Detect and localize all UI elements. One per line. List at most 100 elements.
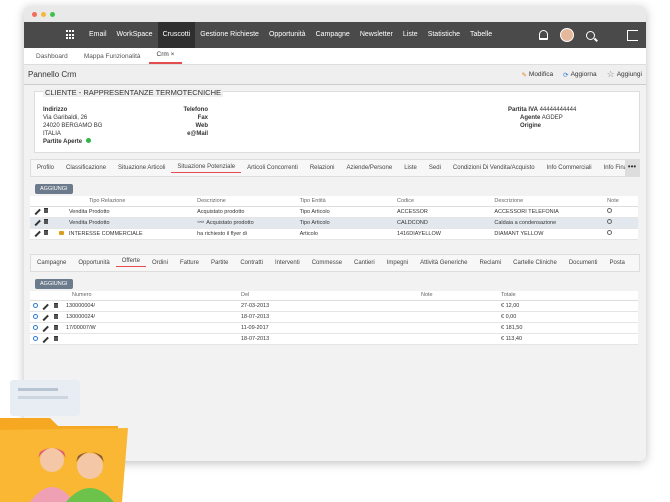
trash-icon[interactable] — [54, 313, 58, 319]
tab-cartelle-cliniche[interactable]: Cartelle Cliniche — [507, 260, 563, 266]
partita-iva-value: 44444444444 — [539, 107, 577, 113]
tab-interventi[interactable]: Interventi — [269, 260, 306, 266]
apps-grid-icon[interactable] — [66, 30, 76, 40]
avatar[interactable] — [560, 28, 574, 42]
flag-cell — [58, 206, 69, 218]
magnifier-icon[interactable] — [33, 335, 38, 341]
cell-numero: 130000004/ — [66, 300, 241, 312]
pencil-icon[interactable] — [42, 303, 49, 310]
search-icon[interactable] — [586, 30, 595, 40]
tab-classificazione[interactable]: Classificazione — [60, 165, 112, 171]
table-row[interactable]: Vendita Prodotto Acquistato prodotto Tipo … — [30, 206, 638, 218]
tab-ordini[interactable]: Ordini — [146, 260, 174, 266]
telefono-label: Telefono — [183, 107, 208, 113]
pencil-icon[interactable] — [42, 325, 49, 332]
tab-commesse[interactable]: Commesse — [306, 260, 348, 266]
info-icon[interactable] — [607, 230, 613, 235]
tab-posta[interactable]: Posta — [604, 260, 631, 266]
trash-icon[interactable] — [44, 219, 49, 224]
nav-workspace[interactable]: WorkSpace — [112, 22, 158, 48]
pencil-icon[interactable] — [34, 219, 41, 226]
delete-cell — [54, 300, 66, 312]
tab-cantieri[interactable]: Cantieri — [348, 260, 381, 266]
tab-impegni[interactable]: Impegni — [381, 260, 414, 266]
nav-statistiche[interactable]: Statistiche — [423, 22, 465, 48]
trash-icon[interactable] — [54, 302, 58, 308]
tab-condizioni-di-vendita-acquisto[interactable]: Condizioni Di Vendita/Acquisto — [447, 165, 541, 171]
lock-icon — [58, 230, 64, 235]
delete-cell — [54, 322, 66, 334]
nav-email[interactable]: Email — [84, 22, 112, 48]
tab-campagne[interactable]: Campagne — [31, 260, 72, 266]
magnifier-icon[interactable] — [33, 313, 38, 319]
tab-aziende-persone[interactable]: Aziende/Persone — [341, 165, 399, 171]
nav-gestione-richieste[interactable]: Gestione Richieste — [195, 22, 264, 48]
flag-cell — [58, 228, 69, 240]
pencil-icon[interactable] — [42, 336, 49, 343]
table-row[interactable]: 130000024/18-07-2013 € 0,00 — [30, 311, 638, 323]
tab-mappa-funzionalita[interactable]: Mappa Funzionalità — [76, 53, 149, 64]
maximize-window-button[interactable] — [50, 11, 55, 17]
tab-liste[interactable]: Liste — [398, 165, 423, 171]
table-row[interactable]: 17/00007/W 11-09-2017 € 181,50 — [30, 322, 638, 334]
nav-newsletter[interactable]: Newsletter — [355, 22, 398, 48]
tab-fatture[interactable]: Fatture — [174, 260, 205, 266]
table-row[interactable]: 18-07-2013 € 113,40 — [30, 333, 638, 345]
aggiungi-relazione-button[interactable]: AGGIUNGI — [35, 184, 73, 194]
cell-del: 27-03-2013 — [241, 300, 421, 312]
trash-icon[interactable] — [44, 208, 49, 213]
cell-totale: € 113,40 — [501, 333, 638, 345]
trash-icon[interactable] — [54, 335, 58, 341]
nav-liste[interactable]: Liste — [398, 22, 423, 48]
tab-info-commerciali[interactable]: Info Commerciali — [541, 165, 598, 171]
tab-offerte[interactable]: Offerte — [115, 258, 146, 267]
tab-partite[interactable]: Partite — [205, 260, 234, 266]
aggiungi-button[interactable]: ☆ Aggiungi — [607, 69, 642, 80]
table-row[interactable]: Vendita Prodotto 👓 Acquistato prodotto Tip… — [30, 217, 638, 229]
tab-attivita-generiche[interactable]: Attività Generiche — [414, 260, 473, 266]
cell-descrizione-1: ha richiesto il flyer di — [197, 228, 300, 240]
pencil-icon[interactable] — [42, 314, 49, 321]
tab-relazioni[interactable]: Relazioni — [304, 165, 341, 171]
minimize-window-button[interactable] — [41, 11, 46, 17]
cell-numero: 17/00007/W — [66, 322, 241, 334]
close-icon[interactable]: × — [171, 51, 175, 58]
pencil-icon[interactable] — [34, 230, 41, 237]
logout-icon[interactable] — [627, 29, 638, 41]
pencil-icon[interactable] — [34, 208, 41, 215]
nav-cruscotti[interactable]: Cruscotti — [157, 22, 196, 48]
tab-articoli-concorrenti[interactable]: Articoli Concorrenti — [241, 165, 304, 171]
magnifier-icon[interactable] — [33, 302, 38, 308]
tab-situazione-articoli[interactable]: Situazione Articoli — [112, 165, 171, 171]
view-cell — [30, 322, 42, 334]
tab-crm[interactable]: Crm × — [148, 51, 183, 64]
aggiorna-button[interactable]: ⟳ Aggiorna — [563, 69, 596, 80]
nav-tabelle[interactable]: Tabelle — [465, 22, 497, 48]
close-window-button[interactable] — [32, 11, 37, 17]
tab-dashboard[interactable]: Dashboard — [28, 53, 76, 64]
nav-opportunita[interactable]: Opportunità — [264, 22, 311, 48]
trash-icon[interactable] — [54, 324, 58, 330]
nav-campagne[interactable]: Campagne — [311, 22, 355, 48]
trash-icon[interactable] — [44, 230, 49, 235]
tab-documenti[interactable]: Documenti — [563, 260, 604, 266]
edit-cell — [42, 311, 54, 323]
tab-contratti[interactable]: Contratti — [234, 260, 269, 266]
magnifier-icon[interactable] — [33, 324, 38, 330]
table-row[interactable]: INTERESSE COMMERCIALE ha richiesto il fly… — [30, 228, 638, 240]
cell-text: ACCESSOR — [397, 208, 428, 215]
tab-reclami[interactable]: Reclami — [473, 260, 507, 266]
more-tabs-button[interactable]: ••• — [625, 160, 639, 176]
table-row[interactable]: 130000004/27-03-2013 € 12,00 — [30, 300, 638, 312]
info-icon[interactable] — [607, 208, 613, 213]
tab-profilo[interactable]: Profilo — [31, 165, 60, 171]
bell-icon[interactable] — [539, 30, 548, 40]
cell-totale: € 0,00 — [501, 311, 638, 323]
tab-situazione-potenziale[interactable]: Situazione Potenziale — [171, 164, 242, 173]
info-icon[interactable] — [607, 219, 613, 224]
modifica-button[interactable]: ✎ Modifica — [521, 69, 553, 80]
tab-opportunita[interactable]: Opportunità — [72, 260, 115, 266]
aggiungi-documento-button[interactable]: AGGIUNGI — [35, 278, 73, 289]
tab-sedi[interactable]: Sedi — [423, 165, 447, 171]
binoculars-icon[interactable]: 👓 — [197, 220, 206, 226]
